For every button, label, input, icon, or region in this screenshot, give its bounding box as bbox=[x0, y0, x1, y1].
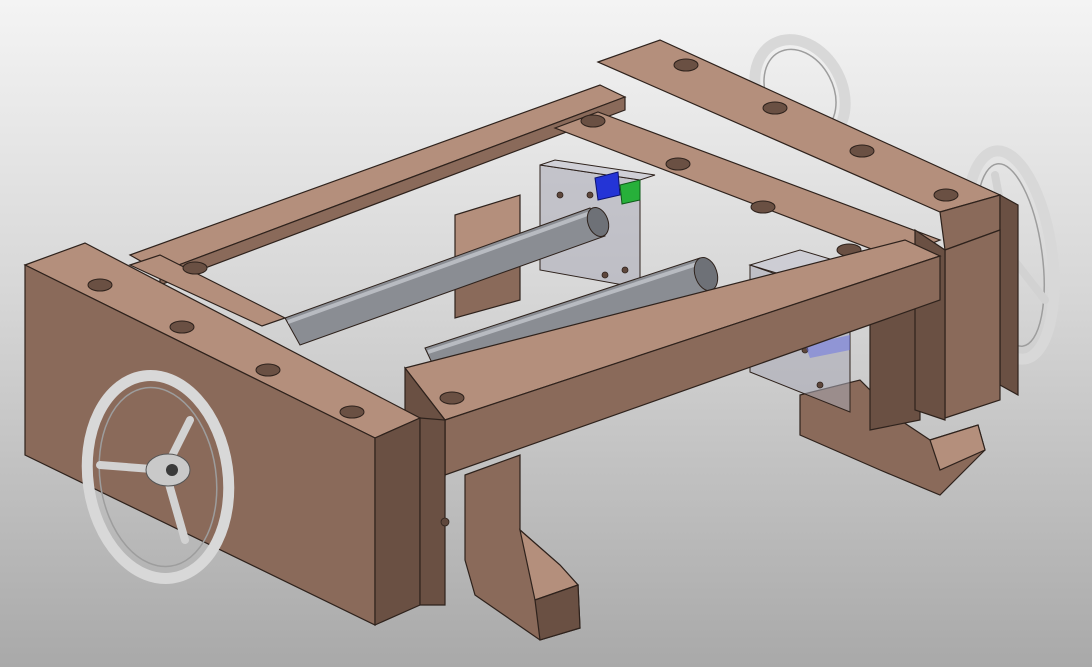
leg-left bbox=[464, 454, 581, 641]
assembly-model[interactable] bbox=[0, 0, 1092, 667]
cad-viewport[interactable] bbox=[0, 0, 1092, 667]
